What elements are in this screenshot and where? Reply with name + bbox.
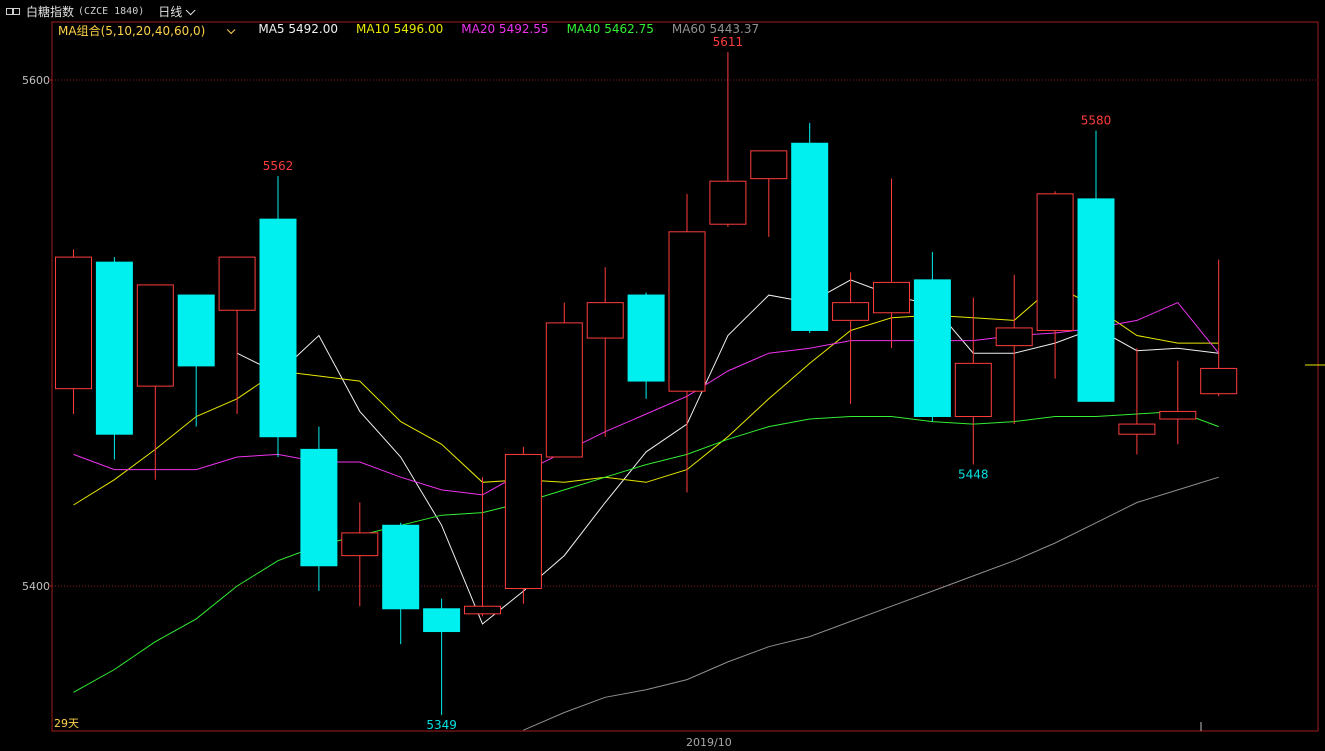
candle-up [995,274,1033,425]
candle-body [177,294,215,367]
candle-body [95,261,133,435]
candle-body [300,448,338,567]
ma-combo-selector[interactable]: MA组合(5,10,20,40,60,0) [58,22,250,38]
candle-body [1036,193,1074,331]
candle-body [1200,367,1238,395]
ma40-line [73,410,1219,693]
candle-body [136,284,174,387]
ma20-value: MA20 5492.55 [461,22,549,36]
candle-up [1200,259,1238,397]
ma40-value: MA40 5462.75 [566,22,654,36]
candle-up [341,502,379,607]
candle-down [259,176,297,457]
ma-legend: MA组合(5,10,20,40,60,0) MA5 5492.00 MA10 5… [58,22,777,38]
candle-up [136,284,174,480]
candle-up [545,302,583,458]
candle-body [1159,410,1197,420]
candle-body [423,608,461,633]
y-tick-label: 5400 [22,580,50,593]
period-selector[interactable]: 日线 [158,3,196,20]
candle-body [1118,423,1156,435]
low-price-label: 5349 [426,718,457,732]
candle-body [832,302,870,321]
candle-up [750,150,788,237]
candle-body [750,150,788,180]
ma-combo-label: MA组合(5,10,20,40,60,0) [58,24,206,38]
candle-down [300,426,338,592]
candle-body [1077,198,1115,402]
ma5-value: MA5 5492.00 [258,22,338,36]
candle-down [177,294,215,427]
candle-body [995,327,1033,347]
candle-up [954,297,992,465]
candle-up [504,446,542,604]
low-price-label: 5448 [958,468,989,482]
candle-up [873,178,910,349]
candle-body [913,279,951,417]
candle-body [873,281,910,314]
candle-down [1077,130,1115,402]
instrument-code: (CZCE 1840) [78,5,145,17]
candle-body [954,362,992,417]
candle-down [913,252,951,422]
ma60-value: MA60 5443.37 [671,22,760,36]
instrument-name: 白糖指数 [26,4,75,19]
ma10-value: MA10 5496.00 [356,22,444,36]
candle-body [709,180,747,225]
candle-up [586,267,624,437]
high-price-label: 5562 [263,159,294,173]
candle-layer [55,52,1238,716]
candle-up [55,249,92,414]
candle-body [586,302,624,339]
candle-body [504,453,542,590]
ma60-line [523,476,1219,731]
days-count: 29天 [54,717,79,730]
title-bar: 白糖指数 (CZCE 1840) 日线 [0,0,1325,22]
period-label: 日线 [158,4,183,19]
candle-down [423,598,461,716]
candle-body [259,218,297,438]
candle-up [1036,191,1074,379]
candle-up [1118,348,1156,455]
candle-body [341,532,379,557]
candle-down [791,123,829,333]
candle-up [464,477,501,617]
chevron-down-icon [185,4,196,15]
candle-body [791,142,829,331]
candle-up [832,272,870,404]
candle-up [1159,360,1197,445]
chevron-down-icon [227,25,236,35]
candle-up [668,193,706,493]
candle-down [95,257,133,460]
candle-down [627,292,665,399]
candle-body [668,231,706,392]
candle-body [55,256,92,390]
date-axis-label: 2019/10 [686,736,732,749]
candle-body [545,322,583,458]
y-tick-label: 5600 [22,74,50,87]
candle-body [218,256,256,311]
high-price-label: 5580 [1081,114,1112,128]
instrument-icon[interactable] [6,6,20,16]
candle-body [627,294,665,382]
candle-body [382,524,420,610]
candlestick-chart[interactable]: 54005600 55625611558054485349 [0,0,1325,751]
candle-body [464,605,501,615]
candle-down [382,522,420,645]
candle-up [709,52,747,227]
